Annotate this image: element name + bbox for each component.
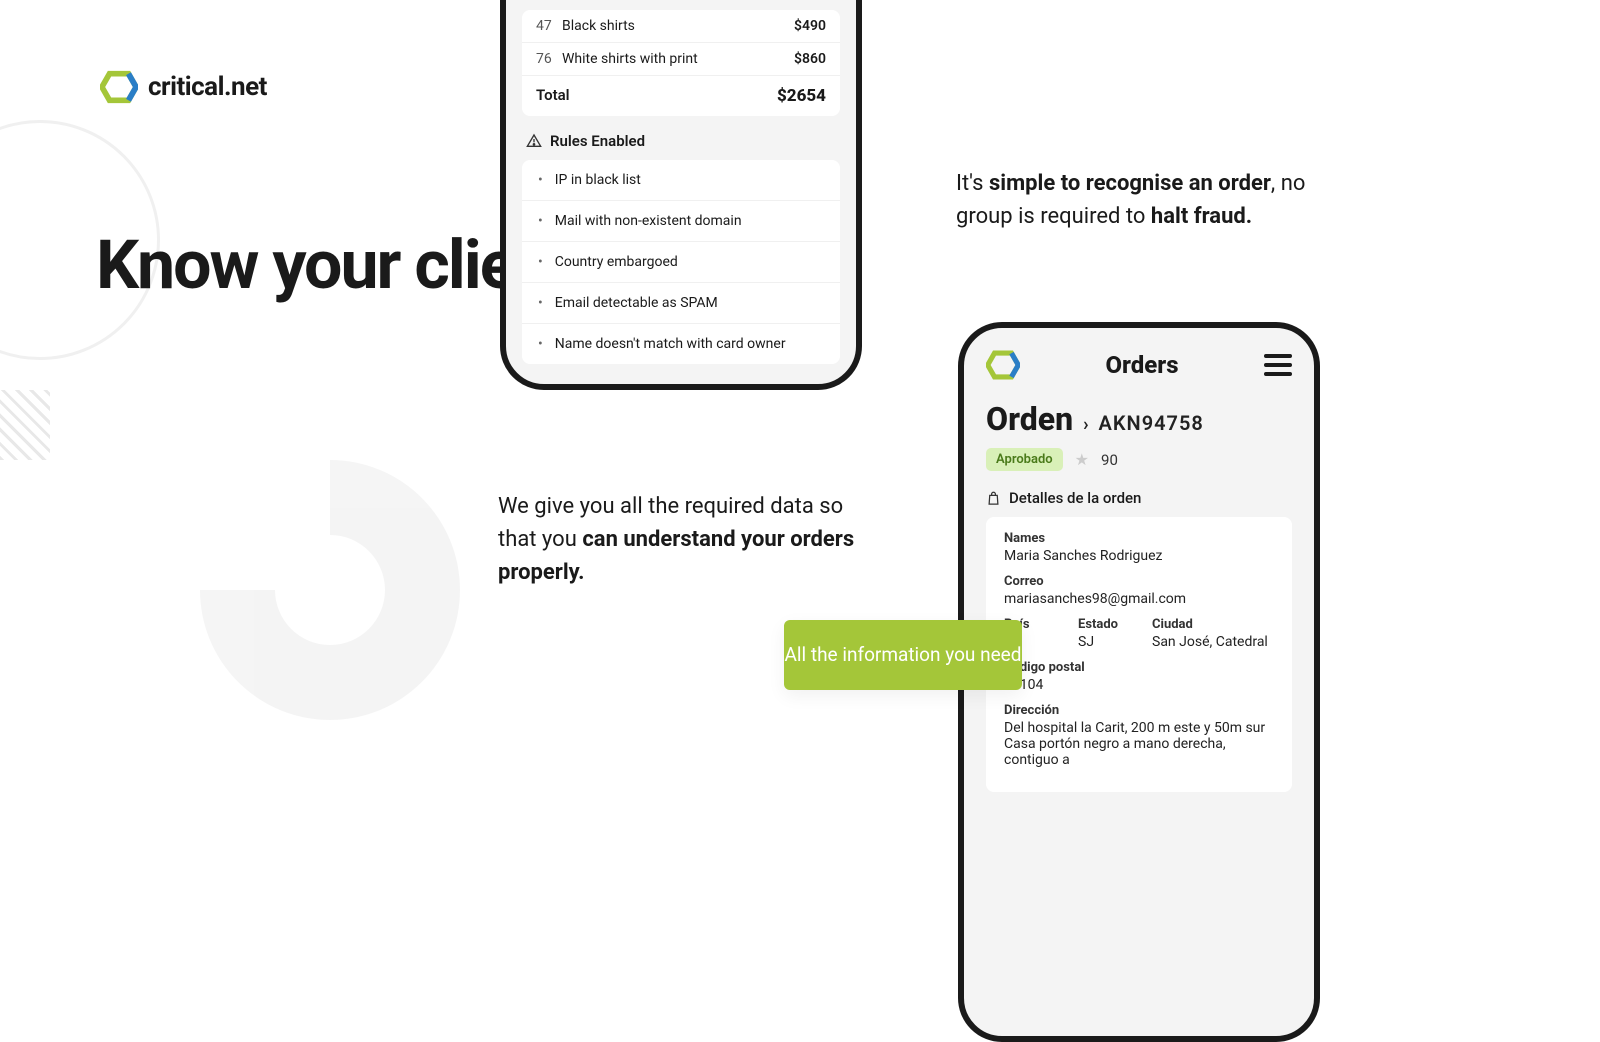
star-icon: ★	[1075, 450, 1089, 469]
order-item-row: 47Black shirts$490	[522, 10, 840, 43]
rule-item: Country embargoed	[522, 242, 840, 283]
order-score: 90	[1101, 451, 1118, 469]
rules-header-text: Rules Enabled	[550, 132, 645, 150]
logo-hexagon-icon	[986, 348, 1020, 382]
brand-logo: critical.net	[100, 68, 267, 106]
callout-badge: All the information you need	[784, 620, 1022, 690]
order-code: AKN94758	[1099, 411, 1204, 435]
order-items-list: 47Black shirts$49076White shirts with pr…	[522, 10, 840, 116]
warning-icon	[526, 133, 542, 149]
order-total-row: Total$2654	[522, 76, 840, 116]
logo-hexagon-icon	[100, 68, 138, 106]
brand-name: critical.net	[148, 72, 267, 102]
rules-header: Rules Enabled	[522, 116, 840, 160]
bg-lines	[0, 390, 50, 460]
order-breadcrumb: Orden › AKN94758	[986, 400, 1292, 438]
rule-item: Email detectable as SPAM	[522, 283, 840, 324]
rule-item: IP in black list	[522, 160, 840, 201]
rule-item: Mail with non-existent domain	[522, 201, 840, 242]
bag-icon	[986, 491, 1001, 506]
chevron-right-icon: ›	[1083, 414, 1088, 435]
bg-pie	[200, 460, 460, 720]
orders-title: Orders	[1105, 351, 1178, 379]
copy-data: We give you all the required data so tha…	[498, 490, 858, 589]
order-item-row: 76White shirts with print$860	[522, 43, 840, 76]
phone-mockup-items: 47Black shirts$49076White shirts with pr…	[500, 0, 862, 390]
copy-fraud: It's simple to recognise an order, no gr…	[956, 167, 1356, 233]
order-details-card: NamesMaria Sanches Rodriguez Correomaria…	[986, 517, 1292, 792]
rule-item: Name doesn't match with card owner	[522, 324, 840, 364]
rules-list: IP in black listMail with non-existent d…	[522, 160, 840, 364]
order-status-row: Aprobado ★ 90	[986, 448, 1292, 471]
hamburger-icon[interactable]	[1264, 354, 1292, 376]
order-details-header: Detalles de la orden	[986, 489, 1292, 507]
status-badge: Aprobado	[986, 448, 1063, 471]
